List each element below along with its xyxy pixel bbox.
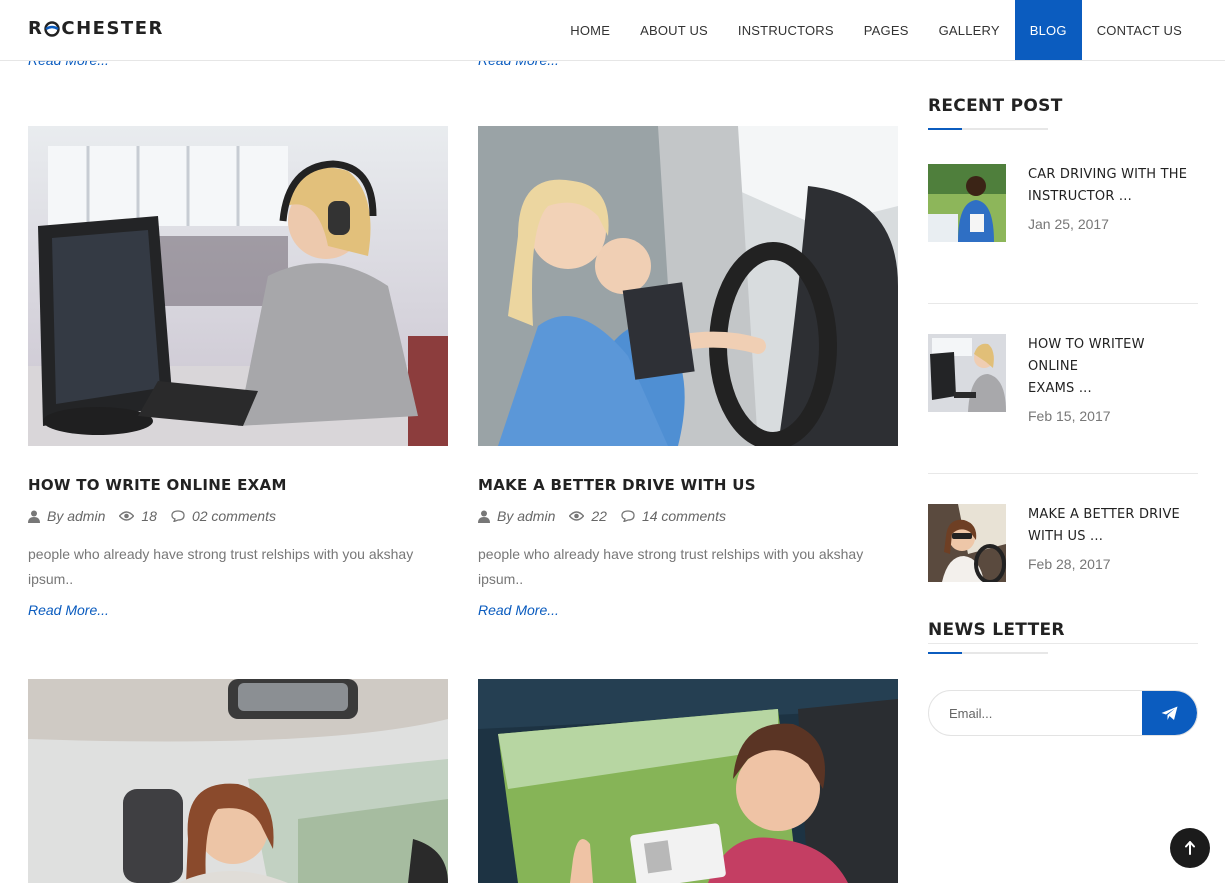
newsletter-form — [928, 690, 1198, 736]
post-views: 18 — [119, 508, 157, 524]
post-image-online-exam[interactable] — [28, 126, 448, 446]
main-nav: HOME ABOUT US INSTRUCTORS PAGES GALLERY … — [555, 0, 1197, 60]
newsletter-widget: NEWS LETTER — [928, 620, 1198, 654]
nav-home[interactable]: HOME — [555, 0, 625, 60]
subscribe-button[interactable] — [1142, 691, 1197, 735]
recent-post-item[interactable]: CAR DRIVING WITH THE INSTRUCTOR ... Jan … — [928, 164, 1198, 304]
read-more-link[interactable]: Read More... — [478, 602, 898, 618]
recent-post-title[interactable]: CAR DRIVING WITH THE INSTRUCTOR ... — [1028, 164, 1187, 208]
comment-icon — [171, 510, 185, 522]
steering-wheel-icon — [44, 20, 61, 37]
site-header: R CHESTER HOME ABOUT US INSTRUCTORS PAGE… — [0, 0, 1225, 61]
eye-icon — [119, 511, 135, 521]
blog-post-card — [28, 679, 448, 883]
post-views: 22 — [569, 508, 607, 524]
recent-post-date: Jan 25, 2017 — [1028, 216, 1109, 232]
newsletter-heading: NEWS LETTER — [928, 620, 1065, 640]
logo-text-end: CHESTER — [61, 18, 164, 39]
nav-about-us[interactable]: ABOUT US — [625, 0, 723, 60]
back-to-top-button[interactable] — [1170, 828, 1210, 868]
post-excerpt: people who already have strong trust rel… — [28, 546, 414, 587]
eye-icon — [569, 511, 585, 521]
post-image-better-drive[interactable] — [478, 126, 898, 446]
comment-icon — [621, 510, 635, 522]
recent-post-thumbnail[interactable] — [928, 164, 1006, 242]
post-author[interactable]: By admin — [28, 508, 105, 524]
recent-post-title[interactable]: MAKE A BETTER DRIVE WITH US ... — [1028, 504, 1180, 548]
post-image-car-interior[interactable] — [28, 679, 448, 883]
post-comments[interactable]: 14 comments — [621, 508, 726, 524]
heading-underline — [928, 128, 1048, 130]
post-meta: By admin 22 14 comments — [478, 508, 898, 524]
user-icon — [478, 510, 490, 523]
recent-posts-widget: RECENT POST CAR DRIVING WITH THE INSTRUC… — [928, 96, 1198, 644]
recent-post-date: Feb 28, 2017 — [1028, 556, 1111, 572]
user-icon — [28, 510, 40, 523]
nav-instructors[interactable]: INSTRUCTORS — [723, 0, 849, 60]
arrow-up-icon — [1185, 841, 1195, 855]
logo-text-start: R — [28, 18, 44, 39]
blog-post-card: HOW TO WRITE ONLINE EXAM By admin 18 02 … — [28, 126, 448, 618]
paper-plane-icon — [1161, 706, 1178, 720]
blog-post-card — [478, 679, 898, 883]
post-excerpt: people who already have strong trust rel… — [478, 546, 864, 587]
recent-post-item[interactable]: HOW TO WRITEW ONLINE EXAMS ... Feb 15, 2… — [928, 334, 1198, 474]
post-title[interactable]: HOW TO WRITE ONLINE EXAM — [28, 476, 448, 494]
post-comments[interactable]: 02 comments — [171, 508, 276, 524]
post-title[interactable]: MAKE A BETTER DRIVE WITH US — [478, 476, 898, 494]
post-author[interactable]: By admin — [478, 508, 555, 524]
nav-gallery[interactable]: GALLERY — [924, 0, 1015, 60]
recent-post-date: Feb 15, 2017 — [1028, 408, 1111, 424]
recent-post-thumbnail[interactable] — [928, 334, 1006, 412]
email-input[interactable] — [929, 691, 1144, 735]
recent-post-heading: RECENT POST — [928, 96, 1063, 116]
nav-pages[interactable]: PAGES — [849, 0, 924, 60]
blog-post-card: MAKE A BETTER DRIVE WITH US By admin 22 … — [478, 126, 898, 618]
post-meta: By admin 18 02 comments — [28, 508, 448, 524]
heading-underline — [928, 652, 1048, 654]
recent-post-thumbnail[interactable] — [928, 504, 1006, 582]
post-image-driver-license[interactable] — [478, 679, 898, 883]
recent-post-title[interactable]: HOW TO WRITEW ONLINE EXAMS ... — [1028, 334, 1198, 400]
nav-blog[interactable]: BLOG — [1014, 0, 1082, 60]
nav-contact-us[interactable]: CONTACT US — [1082, 0, 1197, 60]
read-more-link[interactable]: Read More... — [28, 602, 448, 618]
site-logo[interactable]: R CHESTER — [28, 18, 164, 39]
